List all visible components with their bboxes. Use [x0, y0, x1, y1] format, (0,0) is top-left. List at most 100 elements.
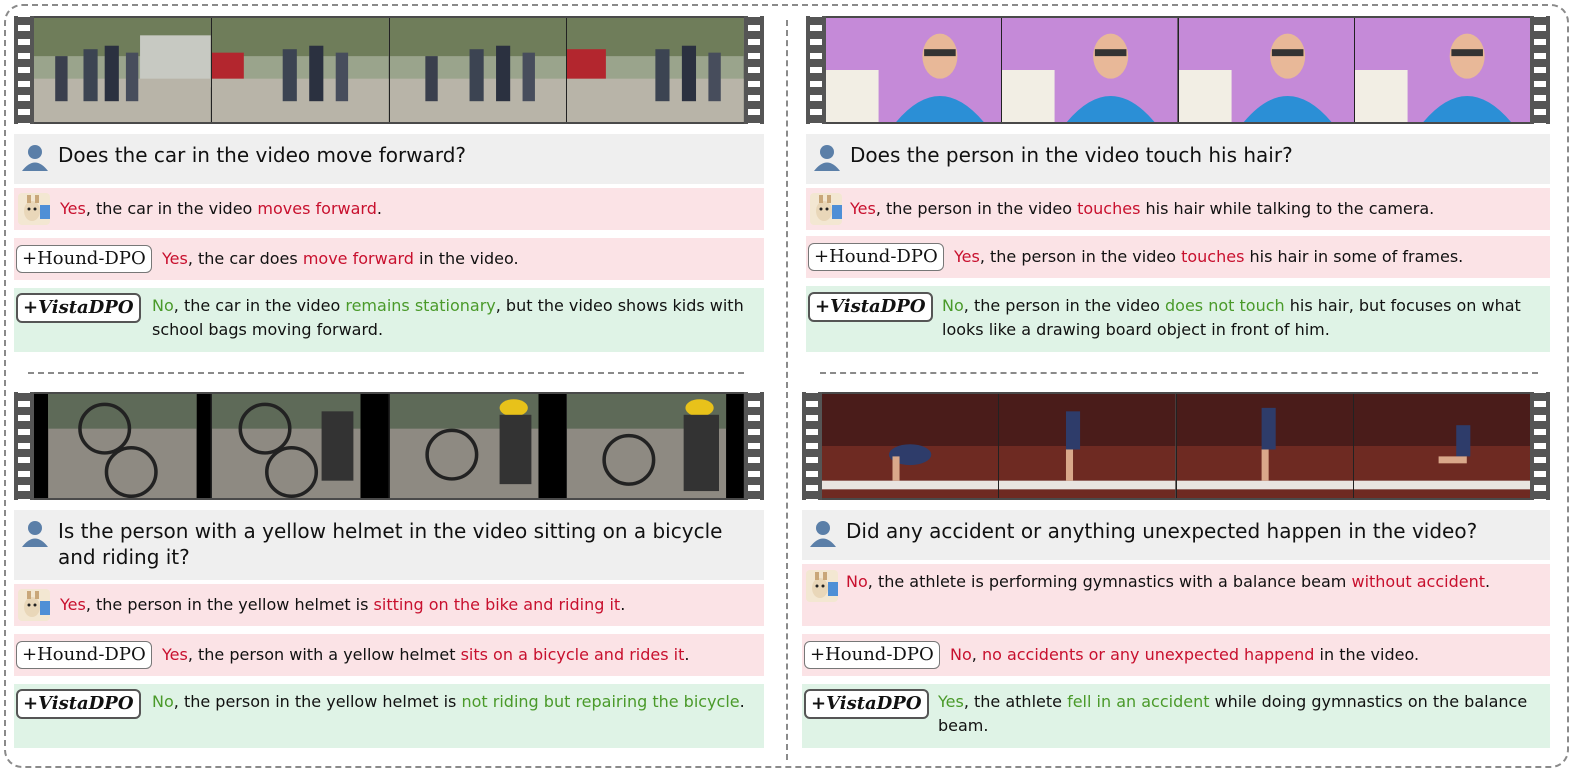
- answer-highlight: moves forward: [257, 199, 377, 218]
- answer-part: , the car does: [187, 249, 303, 268]
- film-sprocket-right: [1530, 16, 1550, 124]
- answer-part: in the video.: [413, 249, 519, 268]
- answer-verdict: No: [942, 296, 964, 315]
- answer-text: Yes, the car in the video moves forward.: [60, 197, 382, 221]
- vistadpo-answer: +VistaDPO No, the car in the video remai…: [14, 288, 764, 352]
- answer-part: in the video.: [1314, 645, 1420, 664]
- hound-dpo-answer: +Hound-DPO Yes, the person in the video …: [806, 236, 1550, 278]
- answer-verdict: Yes: [60, 199, 86, 218]
- hound-dpo-answer: +Hound-DPO Yes, the person with a yellow…: [14, 634, 764, 676]
- video-frame: [389, 394, 568, 498]
- question-box: Is the person with a yellow helmet in th…: [14, 510, 764, 580]
- example-panel-car: Does the car in the video move forward? …: [14, 16, 764, 356]
- hound-dpo-answer: +Hound-DPO No, no accidents or any unexp…: [802, 634, 1550, 676]
- answer-text: No, the person in the yellow helmet is n…: [152, 690, 750, 714]
- answer-verdict: Yes: [162, 249, 188, 268]
- answer-text: Yes, the car does move forward in the vi…: [162, 247, 519, 271]
- answer-text: No, the athlete is performing gymnastics…: [846, 570, 1496, 594]
- user-icon: [814, 145, 840, 171]
- answer-text: No, the person in the video does not tou…: [942, 294, 1542, 342]
- answer-text: Yes, the person with a yellow helmet sit…: [162, 643, 689, 667]
- answer-part: , the person with a yellow helmet: [187, 645, 461, 664]
- answer-text: Yes, the person in the video touches his…: [954, 245, 1463, 269]
- answer-part: .: [1484, 572, 1491, 591]
- video-frame: [567, 394, 744, 498]
- video-frame: [1354, 18, 1530, 122]
- video-frame: [999, 394, 1177, 498]
- answer-verdict: Yes: [162, 645, 188, 664]
- answer-text: Yes, the athlete fell in an accident whi…: [938, 690, 1538, 738]
- answer-part: , the athlete is performing gymnastics w…: [867, 572, 1352, 591]
- answer-verdict: Yes: [954, 247, 980, 266]
- user-icon: [810, 521, 836, 547]
- video-filmstrip: [802, 392, 1550, 500]
- llama-icon: [810, 193, 842, 225]
- answer-verdict: No: [152, 692, 174, 711]
- film-sprocket-left: [14, 392, 34, 500]
- video-frame: [826, 18, 1003, 122]
- video-frame: [1176, 394, 1354, 498]
- answer-highlight: no accidents or any unexpected happend: [981, 645, 1315, 664]
- video-filmstrip: [806, 16, 1550, 124]
- answer-part: ,: [971, 645, 982, 664]
- film-sprocket-left: [806, 16, 826, 124]
- video-frame: [389, 18, 568, 122]
- llama-icon: [18, 193, 50, 225]
- answer-highlight: sits on a bicycle and rides it: [460, 645, 685, 664]
- answer-highlight: not riding but repairing the bicycle: [461, 692, 740, 711]
- answer-part: .: [739, 692, 745, 711]
- film-sprocket-left: [802, 392, 822, 500]
- example-panel-hair: Does the person in the video touch his h…: [806, 16, 1556, 356]
- video-frame: [211, 18, 390, 122]
- answer-verdict: No: [152, 296, 174, 315]
- vistadpo-answer: +VistaDPO No, the person in the video do…: [806, 286, 1550, 352]
- answer-verdict: No: [950, 645, 972, 664]
- answer-text: Yes, the person in the yellow helmet is …: [60, 593, 625, 617]
- video-frame: [34, 18, 212, 122]
- example-panel-gymnastics: Did any accident or anything unexpected …: [802, 392, 1552, 752]
- answer-text: No, the car in the video remains station…: [152, 294, 750, 342]
- hound-dpo-tag: +Hound-DPO: [16, 245, 152, 273]
- film-sprocket-left: [14, 16, 34, 124]
- base-model-answer: No, the athlete is performing gymnastics…: [802, 564, 1550, 626]
- question-box: Does the person in the video touch his h…: [806, 134, 1550, 184]
- example-panel-bicycle: Is the person with a yellow helmet in th…: [14, 392, 764, 752]
- answer-part: , the athlete: [963, 692, 1068, 711]
- answer-text: No, no accidents or any unexpected happe…: [950, 643, 1419, 667]
- question-text: Is the person with a yellow helmet in th…: [58, 519, 723, 569]
- llama-icon: [18, 589, 50, 621]
- answer-highlight: does not touch: [1165, 296, 1285, 315]
- video-frame: [1353, 394, 1530, 498]
- answer-verdict: Yes: [60, 595, 86, 614]
- answer-highlight: sitting on the bike and riding it: [373, 595, 621, 614]
- user-icon: [22, 521, 48, 547]
- hound-dpo-tag: +Hound-DPO: [16, 641, 152, 669]
- video-frame: [34, 394, 212, 498]
- horizontal-divider-right: [820, 372, 1538, 374]
- answer-highlight: remains stationary: [345, 296, 496, 315]
- answer-verdict: Yes: [850, 199, 876, 218]
- video-frame: [211, 394, 390, 498]
- answer-verdict: No: [846, 572, 868, 591]
- answer-part: , the person in the video: [963, 296, 1166, 315]
- question-box: Does the car in the video move forward?: [14, 134, 764, 184]
- vistadpo-tag: +VistaDPO: [16, 293, 141, 323]
- film-sprocket-right: [744, 16, 764, 124]
- answer-verdict: Yes: [938, 692, 964, 711]
- video-frame: [1002, 18, 1179, 122]
- question-text: Did any accident or anything unexpected …: [846, 519, 1478, 543]
- answer-highlight: fell in an accident: [1067, 692, 1210, 711]
- answer-part: , the car in the video: [85, 199, 258, 218]
- vistadpo-tag: +VistaDPO: [808, 292, 933, 322]
- vertical-divider: [786, 20, 788, 760]
- horizontal-divider-left: [28, 372, 744, 374]
- video-frame: [1178, 18, 1355, 122]
- question-text: Does the person in the video touch his h…: [850, 143, 1293, 167]
- video-frame: [822, 394, 1000, 498]
- question-text: Does the car in the video move forward?: [58, 143, 466, 167]
- base-model-answer: Yes, the person in the video touches his…: [806, 188, 1550, 230]
- hound-dpo-tag: +Hound-DPO: [808, 243, 944, 271]
- base-model-answer: Yes, the car in the video moves forward.: [14, 188, 764, 230]
- answer-part: , the car in the video: [173, 296, 346, 315]
- answer-part: his hair while talking to the camera.: [1140, 199, 1435, 218]
